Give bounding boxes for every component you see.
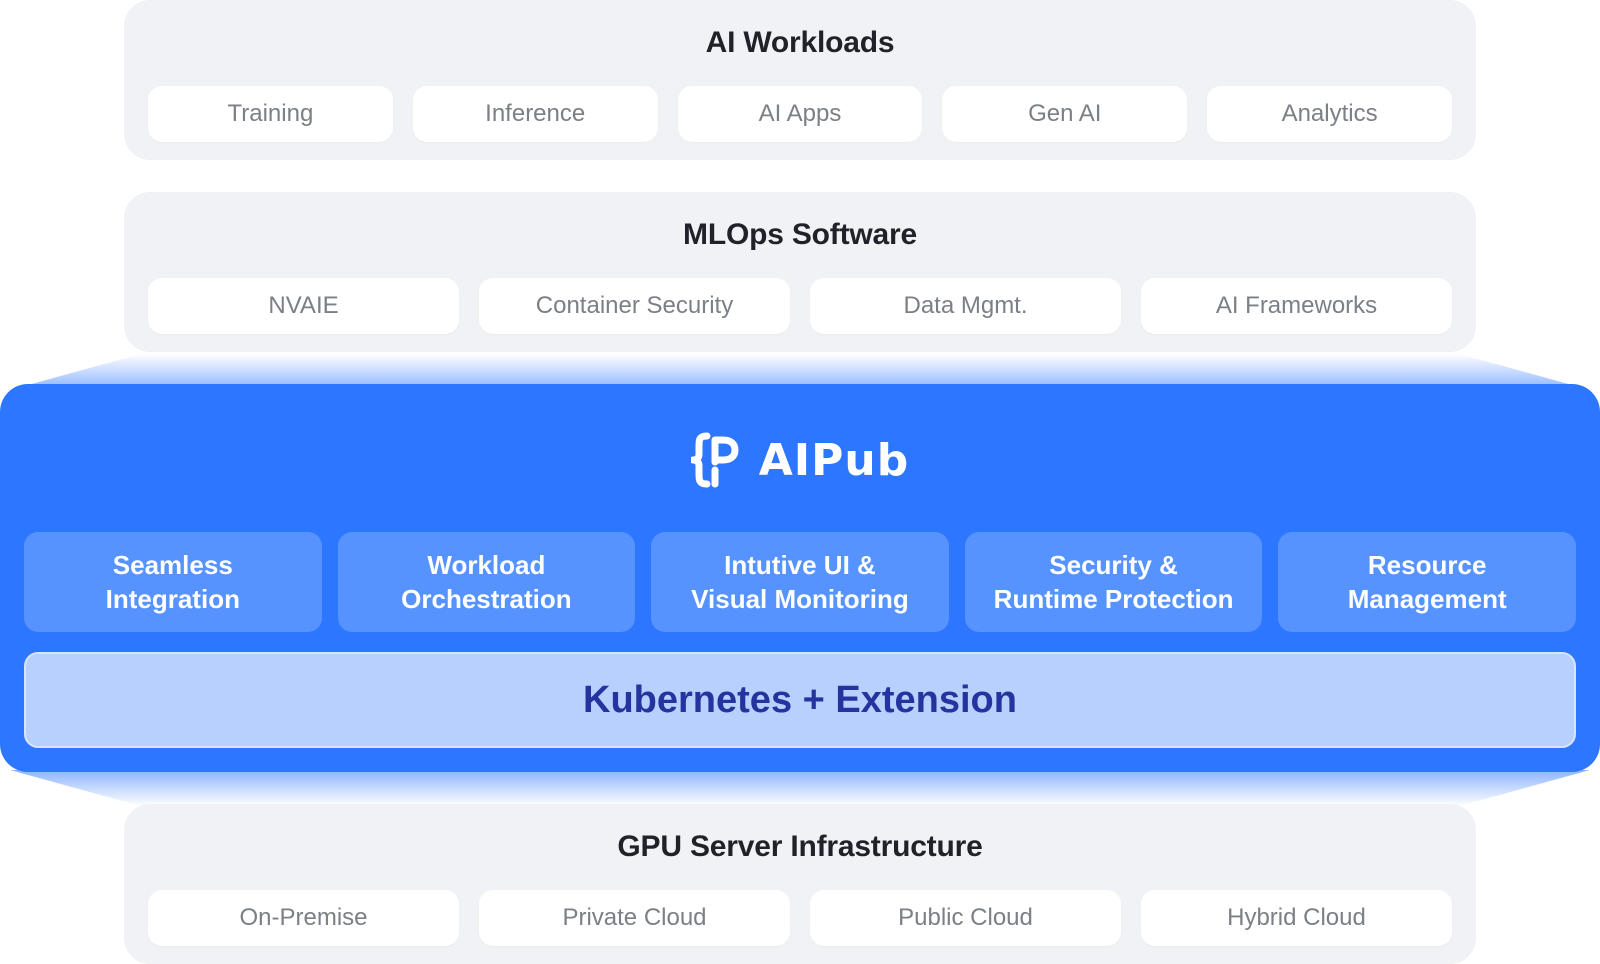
mlops-software-title: MLOps Software (683, 218, 917, 251)
workload-item-training: Training (148, 86, 393, 142)
ai-workloads-layer: AI Workloads Training Inference AI Apps … (124, 0, 1476, 160)
ai-workloads-items: Training Inference AI Apps Gen AI Analyt… (148, 86, 1452, 142)
aipub-feature-row: Seamless Integration Workload Orchestrat… (24, 532, 1576, 632)
infra-item-private-cloud: Private Cloud (479, 890, 790, 946)
infra-item-public-cloud: Public Cloud (810, 890, 1121, 946)
feature-seamless-integration: Seamless Integration (24, 532, 322, 632)
aipub-panel: AIPub Seamless Integration Workload Orch… (0, 384, 1600, 772)
gpu-infrastructure-layer: GPU Server Infrastructure On-Premise Pri… (124, 804, 1476, 964)
gpu-infrastructure-items: On-Premise Private Cloud Public Cloud Hy… (148, 890, 1452, 946)
mlops-item-data-mgmt: Data Mgmt. (810, 278, 1121, 334)
workload-item-inference: Inference (412, 86, 658, 142)
workload-item-ai-apps: AI Apps (677, 86, 923, 142)
feature-resource-management: Resource Management (1278, 532, 1576, 632)
mlops-software-items: NVAIE Container Security Data Mgmt. AI F… (148, 278, 1452, 334)
mlops-software-layer: MLOps Software NVAIE Container Security … (124, 192, 1476, 352)
feature-security-runtime-protection: Security & Runtime Protection (964, 532, 1263, 632)
mlops-item-ai-frameworks: AI Frameworks (1141, 278, 1452, 334)
feature-workload-orchestration: Workload Orchestration (337, 532, 636, 632)
aipub-logo-icon (690, 432, 739, 488)
aipub-glow-bottom (10, 770, 1590, 806)
workload-item-gen-ai: Gen AI (942, 86, 1188, 142)
workload-item-analytics: Analytics (1207, 86, 1452, 142)
infra-item-hybrid-cloud: Hybrid Cloud (1141, 890, 1452, 946)
infra-item-on-premise: On-Premise (148, 890, 459, 946)
mlops-item-nvaie: NVAIE (148, 278, 459, 334)
aipub-brand: AIPub (0, 432, 1600, 488)
feature-ui-visual-monitoring: Intutive UI & Visual Monitoring (651, 532, 949, 632)
aipub-brand-name: AIPub (758, 434, 910, 486)
mlops-item-container-security: Container Security (479, 278, 790, 334)
kubernetes-extension-bar: Kubernetes + Extension (24, 652, 1576, 748)
gpu-infrastructure-title: GPU Server Infrastructure (617, 830, 983, 863)
ai-workloads-title: AI Workloads (705, 26, 895, 59)
